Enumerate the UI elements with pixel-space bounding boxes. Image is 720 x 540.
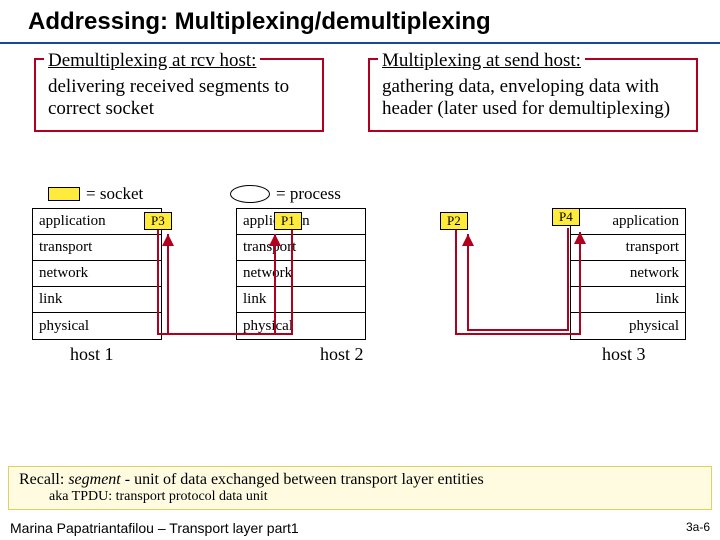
host3-application: application	[571, 209, 685, 235]
host2-physical: physical	[237, 313, 365, 339]
socket-swatch-icon	[48, 187, 80, 201]
footer-text: Marina Papatriantafilou – Transport laye…	[10, 520, 299, 536]
definition-boxes: Demultiplexing at rcv host: delivering r…	[0, 58, 720, 178]
legend-socket-label: = socket	[86, 184, 143, 204]
host1-transport: transport	[33, 235, 161, 261]
legend-socket: = socket	[48, 184, 143, 204]
legend-process-label: = process	[276, 184, 341, 204]
host1-network: network	[33, 261, 161, 287]
mux-box: Multiplexing at send host: gathering dat…	[368, 58, 698, 132]
recall-note: Recall: segment - unit of data exchanged…	[8, 466, 712, 510]
host1-physical: physical	[33, 313, 161, 339]
demux-box: Demultiplexing at rcv host: delivering r…	[34, 58, 324, 132]
legend-process: = process	[230, 184, 341, 204]
host1-link: link	[33, 287, 161, 313]
host3-physical: physical	[571, 313, 685, 339]
host2-transport: transport	[237, 235, 365, 261]
mux-body: gathering data, enveloping data with hea…	[382, 76, 684, 120]
page-number: 3a-6	[686, 520, 710, 534]
socket-p3: P3	[144, 212, 172, 230]
socket-p1: P1	[274, 212, 302, 230]
recall-ital: segment	[68, 471, 120, 488]
recall-pre: Recall:	[19, 471, 68, 488]
mux-heading: Multiplexing at send host:	[378, 50, 585, 72]
host3-transport: transport	[571, 235, 685, 261]
process-oval-icon	[230, 185, 270, 203]
host3-label: host 3	[602, 344, 646, 365]
recall-post: - unit of data exchanged between transpo…	[121, 471, 484, 488]
host3-link: link	[571, 287, 685, 313]
host1-stack: application transport network link physi…	[32, 208, 162, 340]
host1-application: application	[33, 209, 161, 235]
page-title: Addressing: Multiplexing/demultiplexing	[0, 0, 720, 44]
host2-label: host 2	[320, 344, 364, 365]
demux-body: delivering received segments to correct …	[48, 76, 310, 120]
hosts-diagram: = socket = process P3 P1 P2 P4 applicati…	[0, 184, 720, 449]
socket-p2: P2	[440, 212, 468, 230]
host3-stack: application transport network link physi…	[570, 208, 686, 340]
host1-label: host 1	[70, 344, 114, 365]
recall-line1: Recall: segment - unit of data exchanged…	[19, 471, 701, 489]
host3-network: network	[571, 261, 685, 287]
host2-network: network	[237, 261, 365, 287]
socket-p4: P4	[552, 208, 580, 226]
demux-heading: Demultiplexing at rcv host:	[44, 50, 260, 72]
recall-line2: aka TPDU: transport protocol data unit	[19, 489, 701, 505]
host2-link: link	[237, 287, 365, 313]
